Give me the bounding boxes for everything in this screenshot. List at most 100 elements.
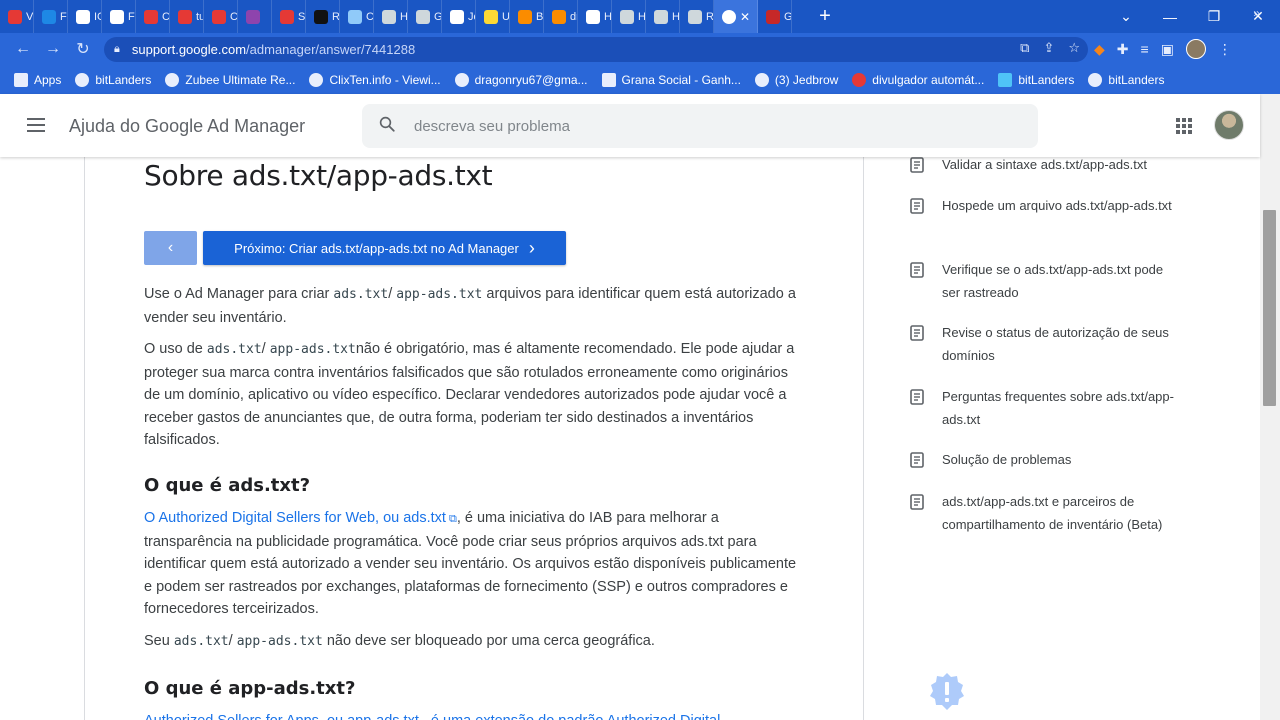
google-icon [454, 72, 469, 87]
bookmark-item[interactable]: Zubee Ultimate Re... [165, 72, 295, 87]
browser-tab[interactable]: H [646, 0, 680, 33]
bookmarks-overflow-icon[interactable]: » [1253, 6, 1260, 20]
browser-tab[interactable]: IC [68, 0, 102, 33]
tab-favicon-icon [450, 9, 464, 24]
bookmark-item[interactable]: dragonryu67@gma... [454, 72, 588, 87]
tab-favicon-icon [766, 9, 780, 24]
browser-tab[interactable]: G [758, 0, 792, 33]
tab-favicon-icon [586, 9, 600, 24]
article-doc-icon [910, 494, 924, 510]
tab-favicon-icon [314, 9, 328, 24]
intro-paragraph: Use o Ad Manager para criar ads.txt/ app… [144, 286, 796, 326]
reload-icon[interactable]: ↻ [68, 39, 98, 59]
tab-label: Jc [468, 10, 475, 23]
bookmark-star-icon[interactable]: ☆ [1068, 40, 1080, 56]
globe-icon [309, 72, 324, 87]
browser-tab[interactable]: G [408, 0, 442, 33]
bookmark-item[interactable]: bitLanders [75, 72, 151, 87]
back-icon[interactable]: ← [8, 40, 38, 58]
chevron-right-icon: › [528, 237, 535, 258]
scrollbar-thumb[interactable] [1263, 210, 1276, 406]
search-input[interactable] [414, 104, 1014, 148]
browser-tab[interactable]: V [0, 0, 34, 33]
youtube-icon [852, 72, 867, 87]
help-center-header: Ajuda do Google Ad Manager [0, 94, 1260, 157]
page-scrollbar[interactable] [1260, 94, 1280, 720]
lock-icon: 🔒︎ [114, 43, 120, 55]
bookmark-item[interactable]: bitLanders [1088, 72, 1164, 87]
browser-tab[interactable]: Se [272, 0, 306, 33]
toc-item[interactable]: Solução de problemas [910, 452, 1190, 472]
tab-favicon-icon [688, 9, 702, 24]
feedback-alert-icon[interactable] [926, 671, 968, 713]
tab-favicon-icon [144, 9, 158, 24]
tab-label: U [502, 10, 510, 23]
minimize-button[interactable]: — [1148, 9, 1192, 25]
article-doc-icon [910, 157, 924, 173]
search-box[interactable] [362, 104, 1038, 148]
toc-item[interactable]: Perguntas frequentes sobre ads.txt/app-a… [910, 389, 1190, 431]
bookmark-item[interactable]: Grana Social - Ganh... [601, 72, 741, 87]
translate-icon[interactable]: ⧉ [1020, 40, 1029, 56]
browser-tab-active[interactable]: ✕ [714, 0, 758, 33]
next-article-button[interactable]: Próximo: Criar ads.txt/app-ads.txt no Ad… [203, 231, 566, 265]
extensions-puzzle-icon[interactable]: ✚ [1117, 41, 1129, 58]
browser-tab[interactable]: Jc [442, 0, 476, 33]
forward-icon[interactable]: → [38, 40, 68, 58]
bookmark-item[interactable]: bitLanders [998, 72, 1074, 87]
bookmark-item[interactable]: ClixTen.info - Viewi... [309, 72, 441, 87]
browser-tab[interactable]: Re [680, 0, 714, 33]
main-menu-icon[interactable] [27, 118, 45, 136]
browser-tab[interactable]: Fr [34, 0, 68, 33]
browser-tab[interactable]: Cl [340, 0, 374, 33]
tab-label: H [604, 10, 612, 23]
browser-tab[interactable]: dr [544, 0, 578, 33]
tab-favicon-icon [518, 9, 532, 24]
globe-icon [754, 72, 769, 87]
toc-item[interactable]: Hospede um arquivo ads.txt/app-ads.txt [910, 198, 1190, 218]
main-content: Sobre ads.txt/app-ads.txt ‹ Próximo: Cri… [0, 157, 1260, 720]
browser-tab[interactable]: H [578, 0, 612, 33]
tab-favicon-icon [416, 9, 430, 24]
browser-tab[interactable]: U [476, 0, 510, 33]
tab-search-icon[interactable]: ⌄ [1104, 8, 1148, 25]
side-panel-icon[interactable]: ▣ [1161, 41, 1174, 58]
bookmark-label: ClixTen.info - Viewi... [329, 72, 441, 87]
browser-menu-icon[interactable]: ⋮ [1218, 41, 1232, 58]
bookmark-item[interactable]: (3) Jedbrow [754, 72, 838, 87]
bookmark-item[interactable]: Apps [14, 72, 61, 87]
media-queue-icon[interactable]: ≡ [1141, 41, 1149, 57]
tab-label: Cl [230, 10, 238, 23]
browser-tab[interactable]: tu [170, 0, 204, 33]
metamask-extension-icon[interactable]: ◆ [1094, 41, 1105, 58]
apps-grid-icon [14, 72, 28, 87]
browser-tab[interactable]: Cl [204, 0, 238, 33]
toc-item[interactable]: Revise o status de autorização de seus d… [910, 325, 1190, 367]
google-apps-icon[interactable] [1176, 118, 1192, 134]
close-tab-icon[interactable]: ✕ [740, 10, 750, 24]
previous-article-button[interactable]: ‹ [144, 231, 197, 265]
tab-label: Fr [128, 10, 135, 23]
toc-item[interactable]: Validar a sintaxe ads.txt/app-ads.txt [910, 157, 1190, 177]
profile-avatar[interactable] [1185, 39, 1206, 59]
browser-tab[interactable]: Cl [136, 0, 170, 33]
tab-favicon-icon [620, 9, 634, 24]
new-tab-button[interactable]: + [814, 5, 836, 28]
toc-item[interactable]: Verifique se o ads.txt/app-ads.txt pode … [910, 262, 1190, 304]
account-avatar[interactable] [1214, 110, 1244, 140]
tab-label: Bl [536, 10, 544, 23]
share-icon[interactable]: ⇪ [1043, 40, 1054, 56]
toc-item[interactable]: ads.txt/app-ads.txt e parceiros de compa… [910, 494, 1190, 536]
browser-tab[interactable]: H [612, 0, 646, 33]
address-bar[interactable]: 🔒︎ support.google.com/admanager/answer/7… [104, 37, 1088, 62]
app-title[interactable]: Ajuda do Google Ad Manager [69, 116, 305, 137]
browser-tab[interactable]: H [374, 0, 408, 33]
restore-button[interactable]: ❐ [1192, 8, 1236, 25]
browser-tab[interactable]: Fr [102, 0, 136, 33]
bookmark-item[interactable]: divulgador automát... [852, 72, 984, 87]
iab-ads-txt-link[interactable]: O Authorized Digital Sellers for Web, ou… [144, 510, 446, 526]
browser-tab[interactable] [238, 0, 272, 33]
browser-tab[interactable]: R [306, 0, 340, 33]
tab-label: R [332, 10, 340, 23]
browser-tab[interactable]: Bl [510, 0, 544, 33]
